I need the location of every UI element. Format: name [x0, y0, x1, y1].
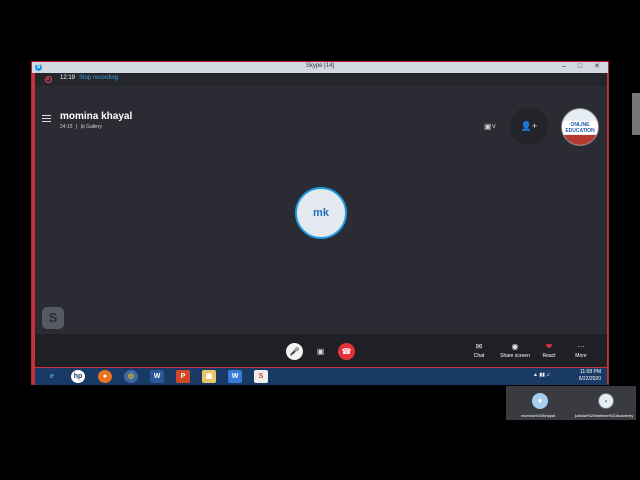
chat-icon: ✉ — [475, 342, 483, 351]
self-view-thumbnail[interactable]: ONLINE EDUCATION — [561, 108, 599, 146]
window-titlebar: S Skype [14] – □ ✕ — [32, 62, 608, 73]
more-button[interactable]: ··· More — [564, 341, 598, 359]
participant-tile[interactable]: ■ judicial%20intellect%20Academy — [572, 386, 636, 420]
window-title: Skype [14] — [305, 63, 335, 69]
close-icon[interactable]: ✕ — [590, 62, 604, 72]
skype-watermark-icon: S — [42, 307, 64, 329]
clock[interactable]: 11:08 PM 6/22/2020 — [579, 369, 601, 383]
participant-name: momina%20khayal — [521, 413, 555, 418]
react-button[interactable]: ❤ React — [532, 341, 566, 359]
microphone-button[interactable]: 🎤 — [286, 343, 303, 360]
participant-avatar: ■ — [598, 393, 614, 409]
recording-time: 12:19 — [60, 75, 76, 81]
add-participant-icon[interactable]: 👤+ — [510, 107, 548, 145]
tray-icons[interactable]: ▲ ▮▮ ♫ — [533, 372, 550, 378]
maximize-icon[interactable]: □ — [573, 62, 587, 72]
call-controls: 🎤 ▣ ☎ ✉ Chat ◉ Share screen ❤ React ··· … — [35, 334, 607, 367]
share-screen-button[interactable]: ◉ Share screen — [498, 341, 532, 359]
clock-time: 11:08 PM — [579, 369, 601, 375]
call-info: 24:15 | ⊞ Gallery — [60, 124, 103, 130]
camera-button[interactable]: ▣ — [312, 343, 329, 360]
wps-writer-icon[interactable]: W — [228, 370, 242, 383]
internet-explorer-icon[interactable]: e — [45, 370, 59, 383]
call-area: 12:19 Stop recording momina khayal 24:15… — [35, 73, 607, 367]
participants-panel: ● momina%20khayal ■ judicial%20intellect… — [506, 386, 636, 420]
chat-button[interactable]: ✉ Chat — [462, 341, 496, 359]
file-explorer-icon[interactable]: ▣ — [202, 370, 216, 383]
thumbnail-text: ONLINE EDUCATION — [562, 121, 598, 134]
windows-taskbar: e hp ● ◎ W P ▣ W S ▲ ▮▮ ♫ 11:08 PM 6/22/… — [35, 368, 607, 385]
heart-icon: ❤ — [545, 342, 553, 351]
hang-up-icon: ☎ — [341, 347, 352, 356]
view-mode-label[interactable]: Gallery — [86, 124, 102, 130]
person-icon: ● — [532, 393, 548, 409]
video-off-icon: ▣ — [316, 347, 325, 356]
recording-bar: 12:19 Stop recording — [35, 73, 607, 86]
word-icon[interactable]: W — [150, 370, 164, 383]
participant-tile[interactable]: ● momina%20khayal — [506, 386, 570, 420]
skype-window: S Skype [14] – □ ✕ 12:19 Stop recording … — [31, 61, 609, 385]
menu-icon[interactable] — [42, 115, 51, 123]
contact-name: momina khayal — [60, 111, 133, 122]
microphone-icon: 🎤 — [289, 347, 300, 356]
powerpoint-icon[interactable]: P — [176, 370, 190, 383]
gallery-icon[interactable]: ⊞ — [81, 124, 85, 130]
call-duration: 24:15 — [60, 124, 73, 130]
minimize-icon[interactable]: – — [557, 62, 571, 72]
clock-date: 6/22/2020 — [578, 376, 601, 382]
firefox-icon[interactable]: ● — [98, 370, 112, 383]
recording-icon — [45, 76, 52, 83]
layout-switch-icon[interactable]: ▣˅ — [484, 122, 498, 132]
contact-avatar: mk — [295, 187, 347, 239]
share-screen-icon: ◉ — [511, 342, 519, 351]
hp-icon[interactable]: hp — [71, 370, 85, 383]
stop-recording-button[interactable]: Stop recording — [79, 75, 118, 81]
background-window-edge — [632, 93, 640, 135]
skype-taskbar-icon[interactable]: S — [254, 370, 268, 383]
chrome-icon[interactable]: ◎ — [124, 370, 138, 383]
more-icon: ··· — [577, 342, 585, 351]
participant-name: judicial%20intellect%20Academy — [574, 413, 634, 418]
hang-up-button[interactable]: ☎ — [338, 343, 355, 360]
